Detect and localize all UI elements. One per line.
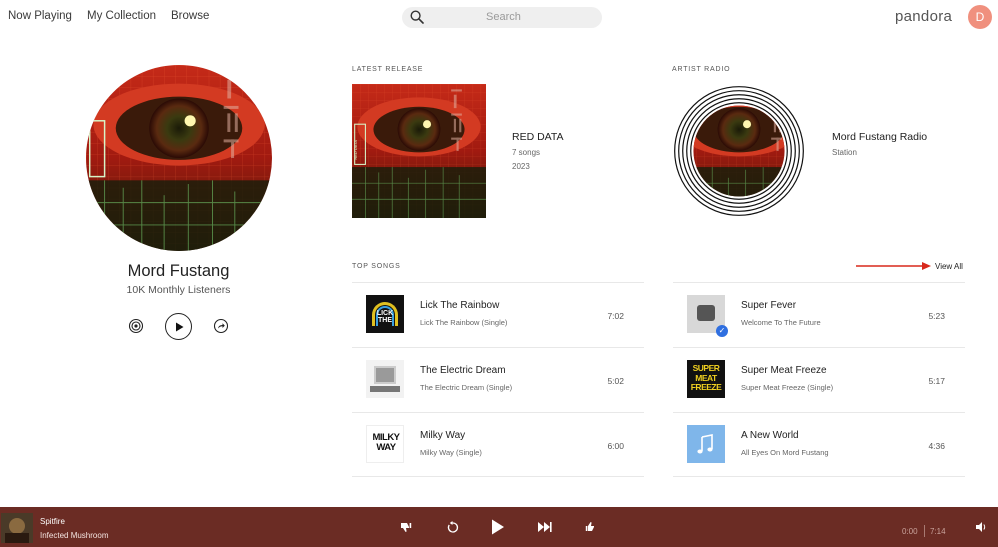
song-art-milky-way: MILKY WAY	[366, 425, 404, 463]
red-data-art-text: RED DATA	[353, 140, 358, 160]
nav-browse[interactable]: Browse	[171, 10, 209, 22]
skip-button[interactable]	[538, 520, 552, 534]
volume-button[interactable]	[975, 521, 987, 533]
now-playing-artist[interactable]: Infected Mushroom	[40, 531, 108, 540]
search-placeholder: Search	[486, 11, 521, 23]
song-row[interactable]: LICK THE Lick The Rainbow Lick The Rainbo…	[352, 282, 644, 347]
latest-release-label: LATEST RELEASE	[352, 66, 424, 73]
now-playing-bar: Spitfire Infected Mushroom 0:00 7:14	[0, 507, 998, 547]
radio-icon	[128, 318, 144, 334]
song-duration: 5:23	[928, 311, 945, 321]
artist-listeners: 10K Monthly Listeners	[126, 284, 231, 296]
search-icon	[410, 10, 424, 24]
total-time: 7:14	[930, 527, 946, 536]
arrow-right-icon	[856, 262, 931, 270]
play-icon	[175, 322, 183, 331]
top-nav: Now Playing My Collection Browse Search …	[0, 0, 998, 36]
song-duration: 5:17	[928, 376, 945, 386]
artist-radio-title[interactable]: Mord Fustang Radio	[832, 131, 927, 143]
song-album[interactable]: All Eyes On Mord Fustang	[741, 448, 829, 457]
play-icon	[492, 519, 504, 535]
song-art-super-fever: ✓	[687, 295, 728, 337]
song-title[interactable]: Super Fever	[741, 300, 796, 311]
thumbs-up-icon	[585, 522, 594, 531]
song-album[interactable]: Super Meat Freeze (Single)	[741, 383, 833, 392]
milky-way-art-text: MILKY WAY	[372, 432, 400, 453]
elapsed-time: 0:00	[902, 527, 918, 536]
thumbs-up-button[interactable]	[584, 520, 598, 534]
song-row[interactable]: MILKY WAY Milky Way Milky Way (Single) 6:…	[352, 412, 644, 477]
artist-image	[86, 65, 272, 251]
pandora-logo[interactable]: pandora	[895, 8, 952, 25]
song-duration: 4:36	[928, 441, 945, 451]
song-row[interactable]: A New World All Eyes On Mord Fustang 4:3…	[673, 412, 965, 477]
top-songs-label: TOP SONGS	[352, 263, 401, 270]
artist-name: Mord Fustang	[127, 262, 230, 280]
replay-icon	[447, 520, 458, 533]
song-album[interactable]: Welcome To The Future	[741, 318, 821, 327]
song-title[interactable]: The Electric Dream	[420, 365, 506, 376]
play-artist-button[interactable]	[165, 313, 192, 340]
share-button[interactable]	[213, 318, 229, 334]
song-title[interactable]: A New World	[741, 430, 799, 441]
super-meat-freeze-art-text: SUPER MEAT FREEZE	[690, 363, 722, 392]
artist-radio-label: ARTIST RADIO	[672, 66, 731, 73]
song-art-a-new-world	[687, 425, 725, 463]
music-note-icon	[697, 434, 713, 454]
lick-the-art-text: LICK THE	[376, 310, 394, 324]
start-station-button[interactable]	[128, 318, 144, 334]
latest-release-art[interactable]: RED DATA	[352, 84, 486, 218]
song-album[interactable]: The Electric Dream (Single)	[420, 383, 512, 392]
latest-release-year: 2023	[512, 162, 530, 171]
search-input[interactable]: Search	[402, 7, 602, 28]
song-row[interactable]: The Electric Dream The Electric Dream (S…	[352, 347, 644, 412]
thumbs-down-icon	[401, 523, 412, 532]
now-playing-art[interactable]	[1, 513, 33, 543]
share-icon	[213, 318, 229, 334]
artist-radio-subtitle: Station	[832, 148, 857, 157]
song-album[interactable]: Lick The Rainbow (Single)	[420, 318, 507, 327]
now-playing-title[interactable]: Spitfire	[40, 517, 65, 526]
time-divider	[924, 525, 925, 537]
volume-icon	[976, 522, 986, 532]
view-all-link[interactable]: View All	[935, 262, 963, 271]
song-title[interactable]: Milky Way	[420, 430, 465, 441]
nav-my-collection[interactable]: My Collection	[87, 10, 156, 22]
play-button[interactable]	[490, 519, 506, 535]
song-album[interactable]: Milky Way (Single)	[420, 448, 482, 457]
nav-now-playing[interactable]: Now Playing	[8, 10, 72, 22]
avatar[interactable]: D	[968, 5, 992, 29]
song-row[interactable]: SUPER MEAT FREEZE Super Meat Freeze Super …	[673, 347, 965, 412]
song-duration: 7:02	[607, 311, 624, 321]
skip-forward-icon	[538, 522, 552, 532]
latest-release-title[interactable]: RED DATA	[512, 131, 564, 143]
song-duration: 5:02	[607, 376, 624, 386]
song-row[interactable]: ✓ Super Fever Welcome To The Future 5:23	[673, 282, 965, 347]
thumbs-down-button[interactable]	[399, 520, 413, 534]
replay-button[interactable]	[445, 520, 459, 534]
verified-check-icon: ✓	[716, 325, 728, 337]
artist-radio-art[interactable]	[672, 84, 806, 218]
song-title[interactable]: Lick The Rainbow	[420, 300, 499, 311]
song-art-lick-the-rainbow: LICK THE	[366, 295, 404, 333]
song-art-the-electric-dream	[366, 360, 404, 398]
song-duration: 6:00	[607, 441, 624, 451]
song-art-super-meat-freeze: SUPER MEAT FREEZE	[687, 360, 725, 398]
latest-release-song-count: 7 songs	[512, 148, 541, 157]
song-title[interactable]: Super Meat Freeze	[741, 365, 827, 376]
